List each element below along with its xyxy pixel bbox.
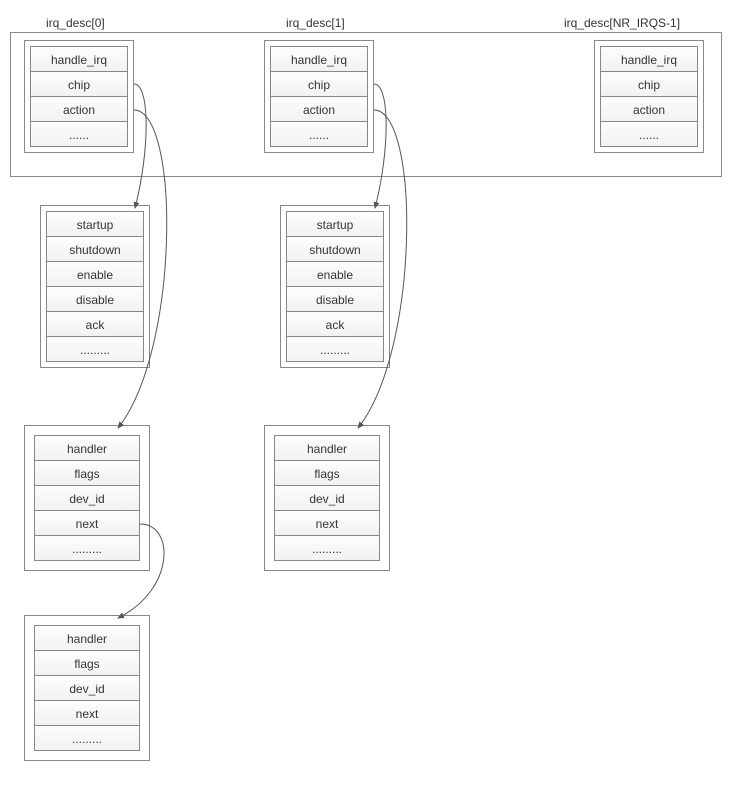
descN-chip: chip xyxy=(600,71,698,97)
irq-desc-1: handle_irq chip action ...... xyxy=(264,40,374,153)
label-irq1: irq_desc[1] xyxy=(286,16,345,30)
action-struct-0a: handler flags dev_id next ......... xyxy=(24,425,150,571)
chip1-ack: ack xyxy=(286,311,384,337)
desc0-more: ...... xyxy=(30,121,128,147)
label-irqN: irq_desc[NR_IRQS-1] xyxy=(564,16,680,30)
descN-action: action xyxy=(600,96,698,122)
descN-handle-irq: handle_irq xyxy=(600,46,698,72)
chip0-shutdown: shutdown xyxy=(46,236,144,262)
desc0-handle-irq: handle_irq xyxy=(30,46,128,72)
action0a-handler: handler xyxy=(34,435,140,461)
chip1-more: ......... xyxy=(286,336,384,362)
chip1-startup: startup xyxy=(286,211,384,237)
action1-next: next xyxy=(274,510,380,536)
desc1-chip: chip xyxy=(270,71,368,97)
action0b-more: ......... xyxy=(34,725,140,751)
chip-struct-1: startup shutdown enable disable ack ....… xyxy=(280,205,390,368)
action0b-next: next xyxy=(34,700,140,726)
desc1-more: ...... xyxy=(270,121,368,147)
action-struct-0b: handler flags dev_id next ......... xyxy=(24,615,150,761)
chip1-enable: enable xyxy=(286,261,384,287)
action0b-handler: handler xyxy=(34,625,140,651)
descN-more: ...... xyxy=(600,121,698,147)
desc1-action: action xyxy=(270,96,368,122)
chip0-disable: disable xyxy=(46,286,144,312)
desc1-handle-irq: handle_irq xyxy=(270,46,368,72)
label-irq0: irq_desc[0] xyxy=(46,16,105,30)
action0a-more: ......... xyxy=(34,535,140,561)
chip0-enable: enable xyxy=(46,261,144,287)
action0a-dev-id: dev_id xyxy=(34,485,140,511)
action1-dev-id: dev_id xyxy=(274,485,380,511)
action0a-flags: flags xyxy=(34,460,140,486)
action0a-next: next xyxy=(34,510,140,536)
chip1-shutdown: shutdown xyxy=(286,236,384,262)
action1-flags: flags xyxy=(274,460,380,486)
irq-desc-0: handle_irq chip action ...... xyxy=(24,40,134,153)
chip1-disable: disable xyxy=(286,286,384,312)
desc0-action: action xyxy=(30,96,128,122)
action0b-dev-id: dev_id xyxy=(34,675,140,701)
action-struct-1: handler flags dev_id next ......... xyxy=(264,425,390,571)
action1-handler: handler xyxy=(274,435,380,461)
action1-more: ......... xyxy=(274,535,380,561)
irq-desc-n: handle_irq chip action ...... xyxy=(594,40,704,153)
chip0-more: ......... xyxy=(46,336,144,362)
chip-struct-0: startup shutdown enable disable ack ....… xyxy=(40,205,150,368)
chip0-startup: startup xyxy=(46,211,144,237)
chip0-ack: ack xyxy=(46,311,144,337)
action0b-flags: flags xyxy=(34,650,140,676)
desc0-chip: chip xyxy=(30,71,128,97)
